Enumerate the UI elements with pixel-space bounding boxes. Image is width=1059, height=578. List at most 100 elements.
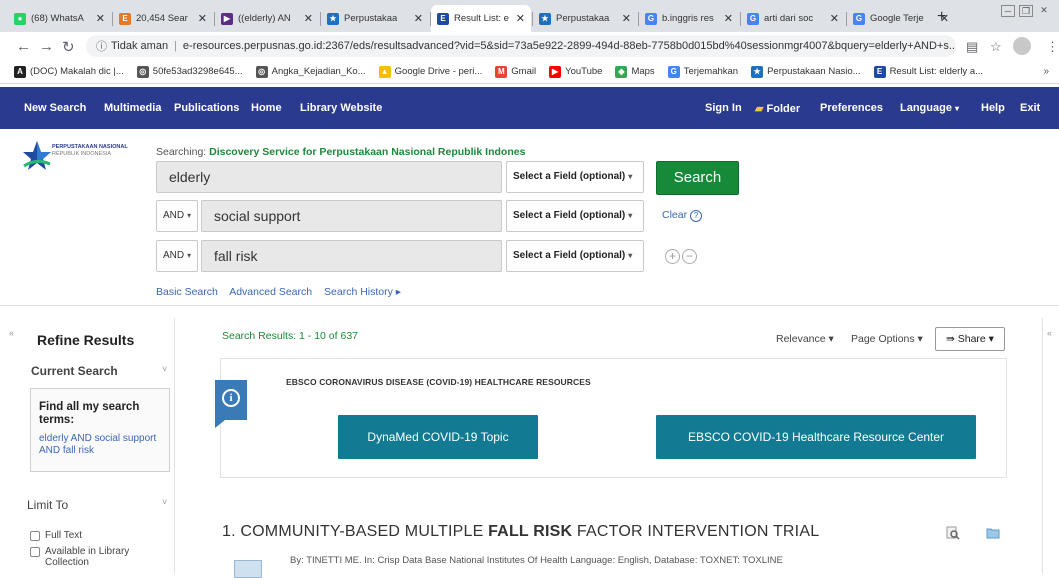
search-term-2-input[interactable]: social support bbox=[201, 200, 502, 232]
bookmark-item[interactable]: E Result List: elderly a... bbox=[873, 65, 984, 78]
relevance-sort[interactable]: Relevance ▾ bbox=[776, 333, 834, 345]
close-tab-icon[interactable]: ✕ bbox=[96, 12, 105, 25]
current-query-link[interactable]: elderly AND social support AND fall risk bbox=[39, 433, 161, 457]
add-row-icon[interactable]: + bbox=[665, 249, 680, 264]
result-title-1[interactable]: 1. COMMUNITY-BASED MULTIPLE FALL RISK FA… bbox=[222, 523, 819, 541]
tab-title: b.inggris res bbox=[662, 13, 714, 24]
share-label: Share ▾ bbox=[957, 333, 994, 345]
browser-tab[interactable]: Garti dari soc ✕ bbox=[741, 5, 845, 32]
new-search-link[interactable]: New Search bbox=[24, 102, 86, 114]
home-link[interactable]: Home bbox=[251, 102, 282, 114]
bookmark-item[interactable]: ▲ Google Drive - peri... bbox=[378, 65, 482, 78]
bookmark-label: Result List: elderly a... bbox=[889, 66, 984, 77]
library-website-link[interactable]: Library Website bbox=[300, 102, 382, 114]
close-tab-icon[interactable]: ✕ bbox=[414, 12, 423, 25]
search-button[interactable]: Search bbox=[656, 161, 739, 195]
field-select-2[interactable]: Select a Field (optional) ▾ bbox=[506, 200, 644, 232]
back-icon[interactable]: ← bbox=[16, 38, 31, 55]
collapse-left-icon[interactable]: « bbox=[9, 328, 14, 338]
clear-label: Clear bbox=[662, 209, 688, 221]
security-label: Tidak aman bbox=[111, 40, 169, 52]
ebsco-covid-center-button[interactable]: EBSCO COVID-19 Healthcare Resource Cente… bbox=[656, 415, 976, 459]
search-term-3-input[interactable]: fall risk bbox=[201, 240, 502, 272]
forward-icon[interactable]: → bbox=[39, 38, 54, 55]
boolean-select-3[interactable]: AND ▾ bbox=[156, 240, 198, 272]
reload-icon[interactable]: ↻ bbox=[62, 38, 75, 56]
multimedia-link[interactable]: Multimedia bbox=[104, 102, 161, 114]
browser-tab[interactable]: ● (68) WhatsA ✕ bbox=[8, 5, 111, 32]
url-input[interactable]: ⓘ Tidak aman | e-resources.perpusnas.go.… bbox=[86, 35, 956, 57]
new-tab-button[interactable]: + bbox=[937, 8, 946, 26]
add-to-folder-icon[interactable] bbox=[986, 526, 1000, 540]
bookmark-item[interactable]: ◎ Angka_Kejadian_Ko... bbox=[255, 65, 366, 78]
bookmark-item[interactable]: A (DOC) Makalah dic |... bbox=[14, 65, 124, 78]
close-tab-icon[interactable]: ✕ bbox=[830, 12, 839, 25]
menu-icon[interactable]: ⋮ bbox=[1046, 39, 1059, 55]
preview-magnifier-icon[interactable] bbox=[946, 526, 960, 540]
profile-avatar[interactable] bbox=[1013, 37, 1031, 55]
bookmark-item[interactable]: ▶ YouTube bbox=[549, 65, 602, 78]
language-label: Language bbox=[900, 102, 952, 114]
dynamed-covid-button[interactable]: DynaMed COVID-19 Topic bbox=[338, 415, 538, 459]
boolean-select-3-label: AND bbox=[163, 250, 185, 261]
library-collection-checkbox[interactable]: Available in Library Collection bbox=[30, 546, 165, 568]
results-count: Search Results: 1 - 10 of 637 bbox=[222, 330, 358, 342]
close-window-icon[interactable]: ✕ bbox=[1037, 5, 1051, 17]
checkbox-box[interactable] bbox=[30, 531, 40, 541]
field-select-3[interactable]: Select a Field (optional) ▾ bbox=[506, 240, 644, 272]
search-history-link[interactable]: Search History ▸ bbox=[324, 286, 401, 298]
perpusnas-logo[interactable]: PERPUSTAKAAN NASIONAL REPUBLIK INDONESIA bbox=[22, 140, 152, 180]
close-tab-icon[interactable]: ✕ bbox=[516, 12, 525, 25]
browser-tab[interactable]: ★ Perpustakaa ✕ bbox=[533, 5, 637, 32]
field-select-2-label: Select a Field (optional) bbox=[513, 210, 626, 221]
clear-link[interactable]: Clear? bbox=[662, 209, 703, 222]
limit-to-heading[interactable]: Limit To bbox=[27, 498, 68, 512]
language-menu[interactable]: Language ▾ bbox=[900, 102, 959, 114]
exit-link[interactable]: Exit bbox=[1020, 102, 1040, 114]
close-tab-icon[interactable]: ✕ bbox=[622, 12, 631, 25]
boolean-select-2[interactable]: AND ▾ bbox=[156, 200, 198, 232]
bookmark-item[interactable]: G Terjemahkan bbox=[667, 65, 738, 78]
share-button[interactable]: ⇛ Share ▾ bbox=[935, 327, 1005, 351]
checkbox-box[interactable] bbox=[30, 547, 40, 557]
restore-icon[interactable]: ❐ bbox=[1019, 5, 1033, 17]
page-translate-icon[interactable]: ▤ bbox=[966, 39, 978, 55]
basic-search-link[interactable]: Basic Search bbox=[156, 286, 218, 298]
preferences-link[interactable]: Preferences bbox=[820, 102, 883, 114]
chevron-down-icon[interactable]: ˅ bbox=[162, 364, 167, 374]
search-term-1-input[interactable]: elderly bbox=[156, 161, 502, 193]
advanced-search-link[interactable]: Advanced Search bbox=[229, 286, 312, 298]
bookmark-star-icon[interactable]: ☆ bbox=[990, 39, 1002, 55]
full-text-checkbox[interactable]: Full Text bbox=[30, 530, 82, 541]
browser-tab[interactable]: ★ Perpustakaa ✕ bbox=[321, 5, 429, 32]
help-link[interactable]: Help bbox=[981, 102, 1005, 114]
page-options-menu[interactable]: Page Options ▾ bbox=[851, 333, 923, 345]
sign-in-link[interactable]: Sign In bbox=[705, 102, 742, 114]
browser-tab[interactable]: Gb.inggris res ✕ bbox=[639, 5, 739, 32]
browser-tab[interactable]: E 20,454 Sear ✕ bbox=[113, 5, 213, 32]
bookmark-item[interactable]: M Gmail bbox=[495, 65, 536, 78]
collapse-right-icon[interactable]: « bbox=[1047, 328, 1052, 338]
folder-link[interactable]: ▰ Folder bbox=[755, 102, 800, 115]
bookmarks-overflow-icon[interactable]: » bbox=[1043, 66, 1049, 77]
caret-down-icon: ▾ bbox=[628, 172, 633, 181]
bookmark-item[interactable]: ◎ 50fe53ad3298e645... bbox=[136, 65, 243, 78]
browser-tab[interactable]: E Result List: e ✕ bbox=[431, 5, 531, 32]
tab-title: Result List: e bbox=[454, 13, 509, 24]
bookmark-item[interactable]: ★ Perpustakaan Nasio... bbox=[751, 65, 861, 78]
minimize-icon[interactable]: ─ bbox=[1001, 5, 1015, 17]
bookmark-item[interactable]: ◆ Maps bbox=[615, 65, 655, 78]
current-search-heading[interactable]: Current Search bbox=[31, 364, 118, 378]
chevron-down-icon[interactable]: ˅ bbox=[162, 497, 167, 507]
publications-link[interactable]: Publications bbox=[174, 102, 239, 114]
close-tab-icon[interactable]: ✕ bbox=[304, 12, 313, 25]
close-tab-icon[interactable]: ✕ bbox=[198, 12, 207, 25]
searching-target[interactable]: Discovery Service for Perpustakaan Nasio… bbox=[209, 146, 525, 158]
browser-tab[interactable]: ▶ ((elderly) AN ✕ bbox=[215, 5, 319, 32]
result-title-highlight: FALL RISK bbox=[488, 523, 573, 540]
close-tab-icon[interactable]: ✕ bbox=[724, 12, 733, 25]
help-question-icon[interactable]: ? bbox=[690, 210, 703, 222]
remove-row-icon[interactable]: − bbox=[682, 249, 697, 264]
info-icon[interactable]: ⓘ bbox=[96, 38, 107, 54]
field-select-1[interactable]: Select a Field (optional) ▾ bbox=[506, 161, 644, 193]
